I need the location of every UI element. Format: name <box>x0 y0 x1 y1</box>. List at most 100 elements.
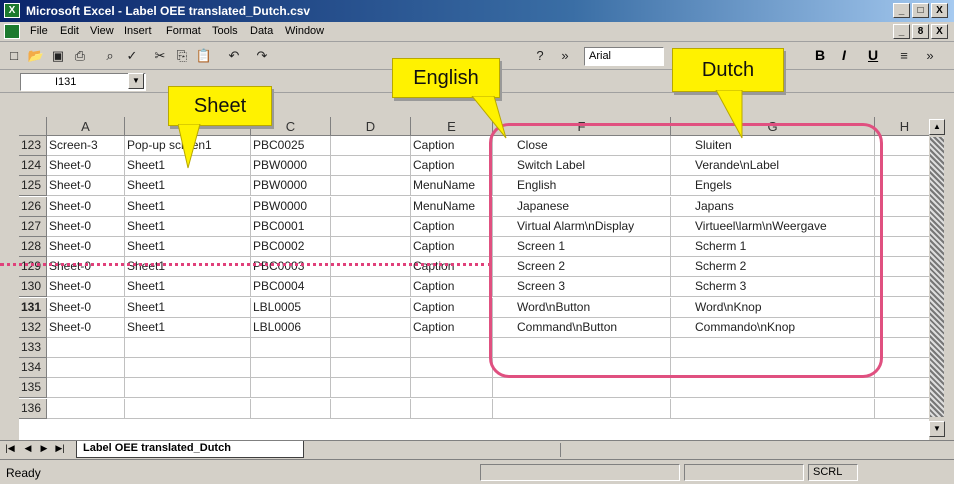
cell-e[interactable]: Caption <box>411 216 493 237</box>
cell-d[interactable] <box>331 338 411 358</box>
bold-button[interactable]: B <box>815 47 825 63</box>
workbook-icon[interactable] <box>4 24 20 39</box>
cell-b[interactable] <box>125 358 251 379</box>
cell-d[interactable] <box>331 317 411 338</box>
horizontal-scrollbar[interactable] <box>560 443 940 457</box>
paste-icon[interactable]: 📋 <box>194 47 214 65</box>
cell-b[interactable]: Sheet1 <box>125 277 251 298</box>
cell-c[interactable]: LBL0006 <box>251 317 331 338</box>
cell-d[interactable] <box>331 136 411 156</box>
scroll-up-icon[interactable]: ▲ <box>929 119 945 135</box>
cell-e[interactable] <box>411 398 493 419</box>
cell-a[interactable]: Screen-3 <box>47 136 125 156</box>
row-header[interactable]: 132 <box>19 317 47 338</box>
help-icon[interactable]: ? <box>530 47 550 65</box>
toolbar-options-icon[interactable]: » <box>555 47 575 65</box>
cell-a[interactable]: Sheet-0 <box>47 216 125 237</box>
cell-b[interactable]: Sheet1 <box>125 176 251 197</box>
cell-d[interactable] <box>331 257 411 278</box>
cell-g[interactable] <box>671 378 875 399</box>
cell-b[interactable] <box>125 338 251 358</box>
new-icon[interactable]: □ <box>4 47 24 65</box>
cell-e[interactable]: Caption <box>411 297 493 318</box>
cell-h[interactable] <box>875 237 929 257</box>
cell-b[interactable] <box>125 398 251 419</box>
cell-c[interactable] <box>251 378 331 399</box>
menu-view[interactable]: View <box>90 25 114 37</box>
row-header[interactable]: 123 <box>19 136 47 156</box>
cell-h[interactable] <box>875 358 929 379</box>
cell-e[interactable]: Caption <box>411 317 493 338</box>
menu-format[interactable]: Format <box>166 25 201 37</box>
cell-h[interactable] <box>875 338 929 358</box>
cell-c[interactable]: PBC0001 <box>251 216 331 237</box>
cell-e[interactable] <box>411 378 493 399</box>
print-preview-icon[interactable]: ⌕ <box>100 47 120 65</box>
sheet-tab-active[interactable]: Label OEE translated_Dutch <box>76 441 304 458</box>
cell-h[interactable] <box>875 277 929 298</box>
menu-data[interactable]: Data <box>250 25 273 37</box>
menu-window[interactable]: Window <box>285 25 324 37</box>
cell-b[interactable]: Sheet1 <box>125 237 251 257</box>
row-header[interactable]: 133 <box>19 338 47 358</box>
cell-c[interactable]: PBC0002 <box>251 237 331 257</box>
column-header-h[interactable]: H <box>875 117 929 136</box>
cell-e[interactable]: MenuName <box>411 176 493 197</box>
minimize-button[interactable]: _ <box>893 3 910 18</box>
cell-d[interactable] <box>331 216 411 237</box>
cell-h[interactable] <box>875 399 929 419</box>
maximize-button[interactable]: □ <box>912 3 929 18</box>
row-header[interactable]: 135 <box>19 378 47 399</box>
cell-c[interactable]: PBW0000 <box>251 196 331 217</box>
cell-a[interactable]: Sheet-0 <box>47 257 125 278</box>
cell-f[interactable] <box>493 378 671 399</box>
cell-d[interactable] <box>331 297 411 318</box>
cell-a[interactable] <box>47 338 125 358</box>
italic-button[interactable]: I <box>842 47 846 63</box>
cell-h[interactable] <box>875 156 929 177</box>
cell-a[interactable]: Sheet-0 <box>47 277 125 298</box>
cell-e[interactable]: Caption <box>411 237 493 257</box>
select-all-corner[interactable] <box>19 117 47 136</box>
row-header[interactable]: 127 <box>19 216 47 237</box>
cell-h[interactable] <box>875 217 929 237</box>
cell-h[interactable] <box>875 197 929 217</box>
print-icon[interactable]: ⎙ <box>70 47 90 65</box>
undo-icon[interactable]: ↶ <box>224 47 244 65</box>
column-header-a[interactable]: A <box>47 117 125 136</box>
cell-h[interactable] <box>875 298 929 318</box>
menu-edit[interactable]: Edit <box>60 25 79 37</box>
cell-a[interactable]: Sheet-0 <box>47 156 125 177</box>
cell-c[interactable]: PBW0000 <box>251 176 331 197</box>
cell-a[interactable] <box>47 398 125 419</box>
cell-e[interactable] <box>411 338 493 358</box>
cell-b[interactable]: Sheet1 <box>125 317 251 338</box>
toolbar-more-icon[interactable]: » <box>920 47 940 65</box>
menu-insert[interactable]: Insert <box>124 25 152 37</box>
cell-c[interactable] <box>251 398 331 419</box>
open-icon[interactable]: 📂 <box>26 47 46 65</box>
cell-d[interactable] <box>331 358 411 379</box>
cell-d[interactable] <box>331 196 411 217</box>
cell-d[interactable] <box>331 378 411 399</box>
cell-a[interactable]: Sheet-0 <box>47 317 125 338</box>
menu-file[interactable]: File <box>30 25 48 37</box>
cell-h[interactable] <box>875 257 929 278</box>
underline-button[interactable]: U <box>868 47 878 63</box>
row-header[interactable]: 134 <box>19 358 47 379</box>
cell-e[interactable]: Caption <box>411 277 493 298</box>
cell-h[interactable] <box>875 136 929 156</box>
column-header-d[interactable]: D <box>331 117 411 136</box>
cell-d[interactable] <box>331 156 411 177</box>
cell-f[interactable] <box>493 398 671 419</box>
cell-b[interactable]: Sheet1 <box>125 216 251 237</box>
cell-h[interactable] <box>875 318 929 338</box>
cell-a[interactable]: Sheet-0 <box>47 297 125 318</box>
redo-icon[interactable]: ↷ <box>252 47 272 65</box>
cell-b[interactable]: Sheet1 <box>125 297 251 318</box>
cell-h[interactable] <box>875 378 929 399</box>
cell-e[interactable]: Caption <box>411 257 493 278</box>
vertical-scrollbar[interactable]: ▲ ▼ <box>929 117 946 440</box>
cell-a[interactable] <box>47 358 125 379</box>
cell-e[interactable]: Caption <box>411 156 493 177</box>
